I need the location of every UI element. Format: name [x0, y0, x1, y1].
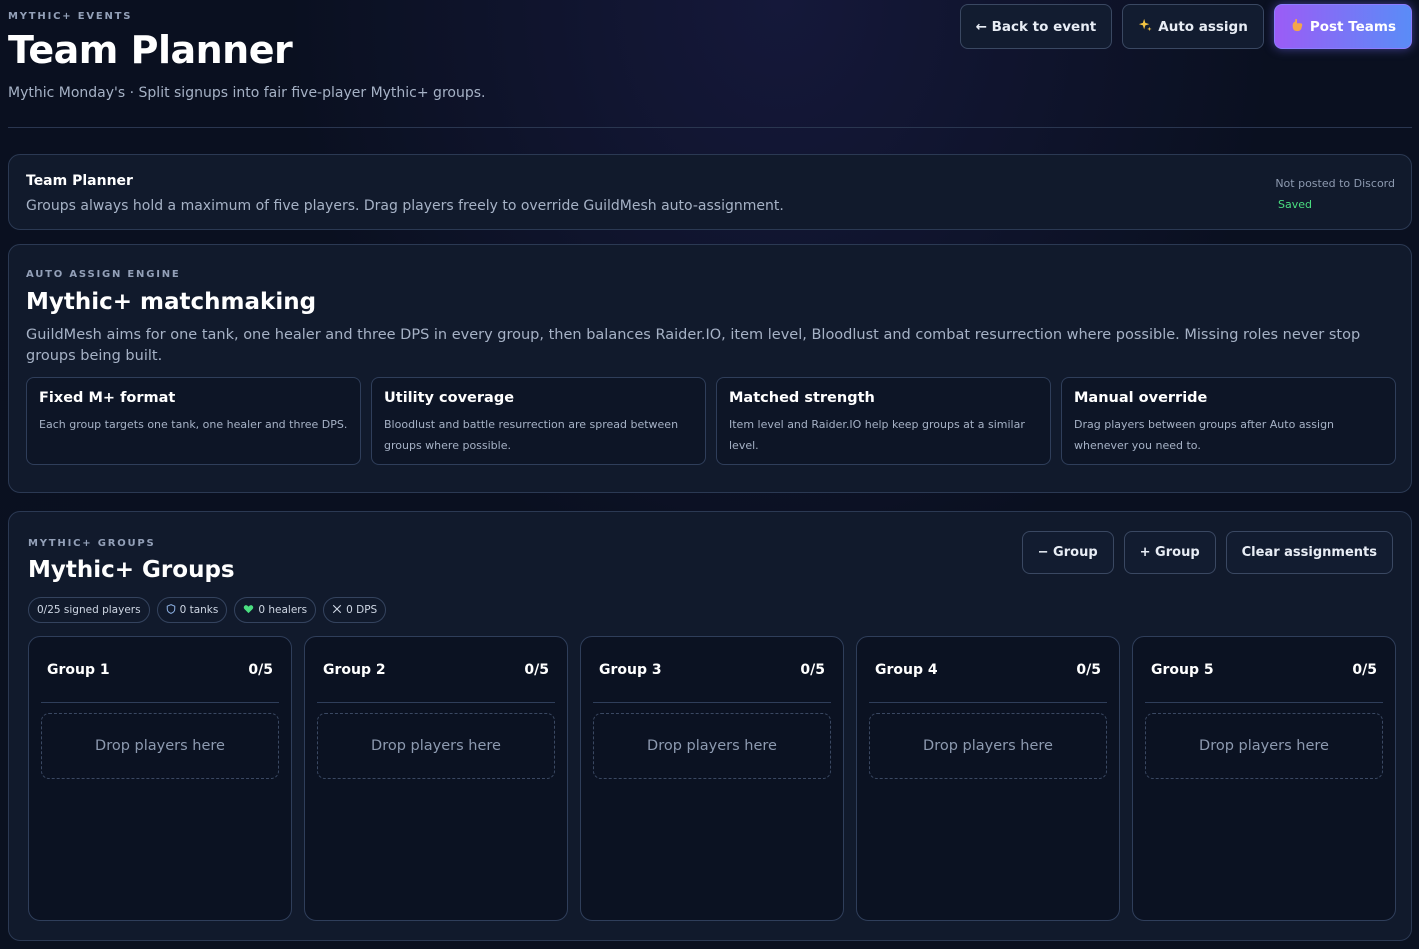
dps-label: 0 DPS [346, 604, 378, 616]
summary-pills: 0/25 signed players 0 tanks 0 healers 0 … [28, 597, 387, 623]
engine-card-text: Bloodlust and battle resurrection are sp… [384, 418, 679, 452]
status-panel-description: Groups always hold a maximum of five pla… [26, 198, 784, 214]
swords-icon [332, 604, 342, 617]
discord-status: Not posted to Discord [1275, 177, 1395, 190]
page-eyebrow: MYTHIC+ EVENTS [8, 11, 133, 22]
group-drop-zone[interactable]: Drop players here [1145, 713, 1383, 779]
group-actions: − Group + Group Clear assignments [1021, 531, 1393, 574]
auto-assign-button[interactable]: Auto assign [1122, 4, 1264, 49]
sparkles-icon [1138, 18, 1152, 36]
group-columns: Group 1 0/5 Drop players here Group 2 0/… [28, 636, 1396, 921]
engine-card: Fixed M+ format Each group targets one t… [26, 377, 361, 465]
heart-icon [243, 604, 254, 617]
page-header: MYTHIC+ EVENTS Team Planner Mythic Monda… [8, 0, 1412, 128]
engine-card-text: Item level and Raider.IO help keep group… [729, 418, 1025, 452]
group-drop-zone[interactable]: Drop players here [593, 713, 831, 779]
mythic-groups-panel: MYTHIC+ GROUPS Mythic+ Groups − Group + … [8, 511, 1412, 941]
engine-card: Matched strength Item level and Raider.I… [716, 377, 1051, 465]
hand-icon [1290, 18, 1304, 36]
engine-card: Utility coverage Bloodlust and battle re… [371, 377, 706, 465]
engine-description: GuildMesh aims for one tank, one healer … [26, 327, 1361, 364]
group-name: Group 5 [1151, 661, 1214, 678]
tanks-badge: 0 tanks [156, 597, 228, 623]
group-count: 0/5 [248, 661, 273, 678]
group-name: Group 3 [599, 661, 662, 678]
group-header: Group 1 0/5 [41, 637, 279, 703]
shield-icon [166, 603, 176, 617]
auto-assign-label: Auto assign [1158, 18, 1248, 35]
add-group-button[interactable]: + Group [1123, 531, 1216, 574]
group-drop-zone[interactable]: Drop players here [317, 713, 555, 779]
signed-players-label: 0/25 signed players [37, 604, 141, 616]
engine-card-title: Fixed M+ format [39, 390, 176, 406]
engine-cards: Fixed M+ format Each group targets one t… [26, 377, 1396, 465]
groups-eyebrow: MYTHIC+ GROUPS [28, 538, 156, 549]
group-drop-zone[interactable]: Drop players here [869, 713, 1107, 779]
tanks-label: 0 tanks [179, 604, 219, 616]
engine-card: Manual override Drag players between gro… [1061, 377, 1396, 465]
post-teams-button[interactable]: Post Teams [1273, 4, 1412, 49]
dps-badge: 0 DPS [323, 597, 387, 623]
signed-players-badge: 0/25 signed players [28, 597, 150, 623]
save-status: Saved [1278, 198, 1312, 211]
engine-card-text: Drag players between groups after Auto a… [1074, 418, 1335, 452]
group-name: Group 1 [47, 661, 110, 678]
group-card: Group 2 0/5 Drop players here [304, 636, 568, 921]
group-count: 0/5 [800, 661, 825, 678]
planner-status-panel: Team Planner Groups always hold a maximu… [8, 154, 1412, 230]
engine-eyebrow: AUTO ASSIGN ENGINE [26, 269, 181, 280]
clear-assignments-label: Clear assignments [1241, 545, 1377, 560]
engine-card-title: Manual override [1074, 390, 1208, 406]
group-count: 0/5 [524, 661, 549, 678]
back-to-event-label: ← Back to event [975, 18, 1097, 35]
group-drop-zone[interactable]: Drop players here [41, 713, 279, 779]
group-count: 0/5 [1076, 661, 1101, 678]
group-count: 0/5 [1352, 661, 1377, 678]
group-card: Group 5 0/5 Drop players here [1132, 636, 1396, 921]
group-name: Group 2 [323, 661, 386, 678]
engine-card-title: Utility coverage [384, 390, 515, 406]
groups-title: Mythic+ Groups [28, 557, 235, 583]
group-name: Group 4 [875, 661, 938, 678]
header-actions: ← Back to event Auto assign Post Teams [959, 4, 1412, 49]
group-header: Group 5 0/5 [1145, 637, 1383, 703]
back-to-event-button[interactable]: ← Back to event [959, 4, 1113, 49]
clear-assignments-button[interactable]: Clear assignments [1225, 531, 1393, 574]
healers-label: 0 healers [258, 604, 308, 616]
group-header: Group 3 0/5 [593, 637, 831, 703]
group-header: Group 4 0/5 [869, 637, 1107, 703]
add-group-label: + Group [1139, 545, 1200, 560]
status-panel-title: Team Planner [26, 173, 133, 189]
group-card: Group 1 0/5 Drop players here [28, 636, 292, 921]
remove-group-button[interactable]: − Group [1021, 531, 1114, 574]
engine-card-title: Matched strength [729, 390, 875, 406]
engine-title: Mythic+ matchmaking [26, 289, 317, 315]
page-title: Team Planner [8, 28, 293, 72]
remove-group-label: − Group [1037, 545, 1098, 560]
engine-card-text: Each group targets one tank, one healer … [39, 418, 348, 431]
healers-badge: 0 healers [234, 597, 317, 623]
post-teams-label: Post Teams [1309, 18, 1396, 35]
group-header: Group 2 0/5 [317, 637, 555, 703]
auto-assign-engine-panel: AUTO ASSIGN ENGINE Mythic+ matchmaking G… [8, 244, 1412, 493]
group-card: Group 4 0/5 Drop players here [856, 636, 1120, 921]
page-subtitle: Mythic Monday's · Split signups into fai… [8, 85, 486, 101]
group-card: Group 3 0/5 Drop players here [580, 636, 844, 921]
